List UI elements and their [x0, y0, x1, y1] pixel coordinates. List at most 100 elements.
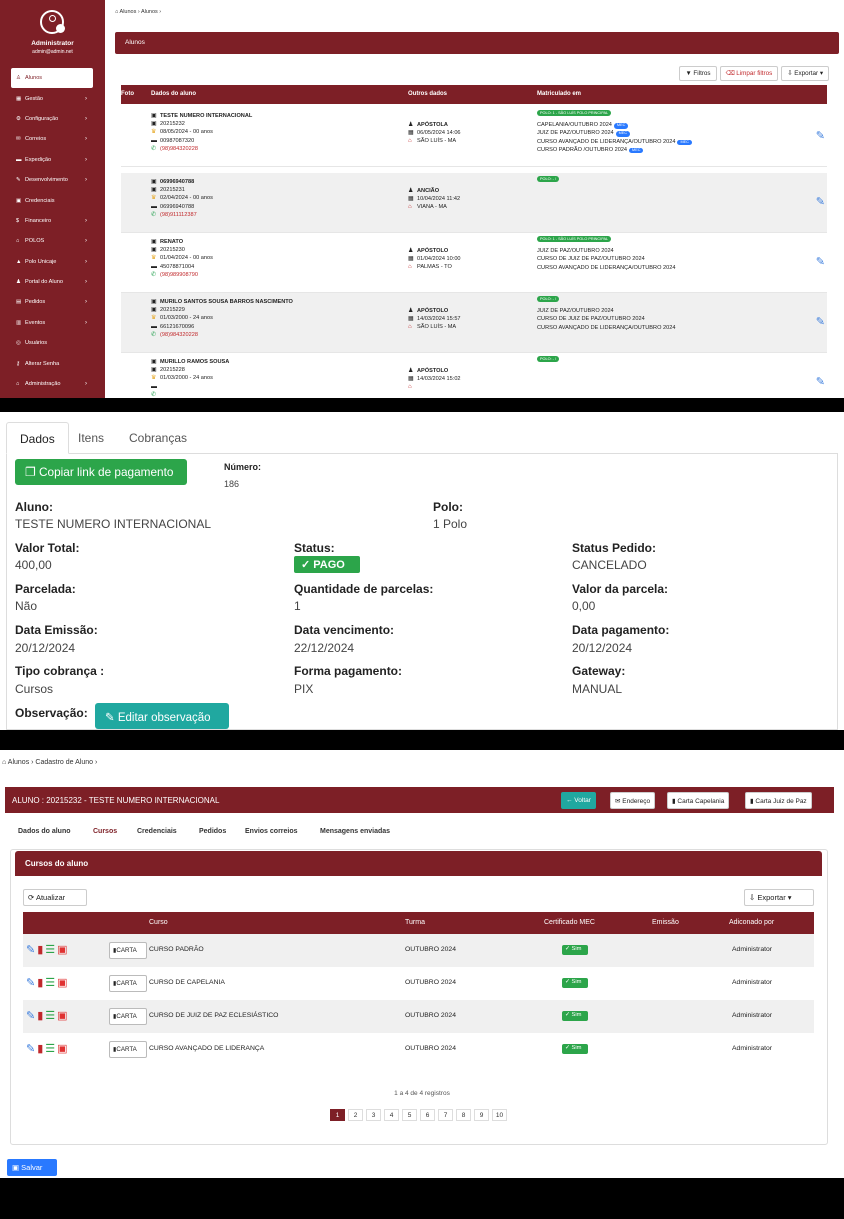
sidebar-item-6[interactable]: ▣ Credenciais [11, 190, 93, 210]
filters-button[interactable]: ▼ Filtros [679, 66, 717, 81]
breadcrumb[interactable]: ⌂ Alunos › Alunos › [115, 9, 161, 15]
edit-icon[interactable]: ✎ [816, 129, 825, 142]
col-adicionado[interactable]: Adiconado por [729, 919, 774, 926]
page-7-button[interactable]: 7 [438, 1109, 453, 1121]
tab-dados-aluno[interactable]: Dados do aluno [18, 828, 71, 835]
list-icon[interactable]: ☰ [45, 944, 57, 956]
col-certificado[interactable]: Certificado MEC [544, 919, 595, 926]
page-4-button[interactable]: 4 [384, 1109, 399, 1121]
sidebar-item-5[interactable]: ✎ Desenvolvimento › [11, 170, 93, 190]
tab-envios-correios[interactable]: Envios correios [245, 828, 298, 835]
address-button[interactable]: ✉ Endereço [610, 792, 656, 809]
export-button[interactable]: ⇩ Exportar ▾ [781, 66, 829, 81]
edit-icon[interactable]: ✎ [816, 375, 825, 388]
menu-icon: ▣ [16, 197, 22, 204]
col-curso[interactable]: Curso [149, 919, 168, 926]
edit-icon[interactable]: ✎ [816, 195, 825, 208]
tab-cobrancas[interactable]: Cobranças [116, 422, 200, 454]
page-1-button[interactable]: 1 [330, 1109, 345, 1121]
sidebar-item-7[interactable]: $ Financeiro › [11, 211, 93, 231]
chaplaincy-letter-button[interactable]: ▮ Carta Capelania [667, 792, 730, 809]
sidebar-item-1[interactable]: ▦ Gestão › [11, 88, 93, 108]
sidebar-item-3[interactable]: ✉ Correios › [11, 129, 93, 149]
refresh-button[interactable]: ⟳ Atualizar [23, 889, 87, 906]
tab-dados[interactable]: Dados [6, 422, 69, 454]
sidebar-item-12[interactable]: ▥ Eventos › [11, 313, 93, 333]
sidebar-item-13[interactable]: ◎ Usuários [11, 333, 93, 353]
edit-icon[interactable]: ✎ [26, 1010, 37, 1022]
sidebar-item-9[interactable]: ▲ Polo Unicaje › [11, 252, 93, 272]
sidebar-item-10[interactable]: ♟ Portal do Aluno › [11, 272, 93, 292]
sidebar-item-15[interactable]: ⌂ Administração › [11, 374, 93, 394]
carta-button[interactable]: ▮CARTA [109, 1008, 147, 1025]
pdf-icon[interactable]: ▣ [57, 944, 69, 956]
list-icon[interactable]: ☰ [45, 977, 57, 989]
col-outros[interactable]: Outros dados [408, 91, 447, 97]
edit-icon[interactable]: ✎ [816, 315, 825, 328]
page-8-button[interactable]: 8 [456, 1109, 471, 1121]
row-actions: ✎▮☰▣ [26, 1042, 70, 1055]
student-phone-icon: ✆ [151, 271, 157, 278]
student-birth-icon: ♛ [151, 129, 157, 136]
menu-icon: ⌂ [16, 381, 20, 388]
page-6-button[interactable]: 6 [420, 1109, 435, 1121]
col-foto[interactable]: Foto [121, 91, 134, 97]
edit-observation-button[interactable]: ✎ Editar observação [95, 703, 229, 729]
sidebar-item-4[interactable]: ▬ Expedição › [11, 150, 93, 170]
other-city-line: ⌂ SÃO LUÍS - MA [408, 323, 461, 331]
page-2-button[interactable]: 2 [348, 1109, 363, 1121]
page-10-button[interactable]: 10 [492, 1109, 507, 1121]
justice-peace-letter-button[interactable]: ▮ Carta Juiz de Paz [745, 792, 812, 809]
tab-cursos[interactable]: Cursos [93, 828, 117, 835]
breadcrumb[interactable]: ⌂ Alunos › Cadastro de Aluno › [2, 759, 97, 766]
col-turma[interactable]: Turma [405, 919, 425, 926]
list-icon[interactable]: ☰ [45, 1043, 57, 1055]
menu-icon: ⚙ [16, 115, 21, 122]
sidebar-item-14[interactable]: ⚷ Alterar Senha [11, 353, 93, 373]
page-9-button[interactable]: 9 [474, 1109, 489, 1121]
list-icon[interactable]: ☰ [45, 1010, 57, 1022]
order-details-screen: Dados Itens Cobranças ❐ Copiar link de pa… [0, 412, 844, 730]
edit-icon[interactable]: ✎ [26, 944, 37, 956]
sidebar-item-label: Correios [25, 136, 47, 143]
clear-filters-button[interactable]: ⌫ Limpar filtros [719, 66, 779, 81]
page-5-button[interactable]: 5 [402, 1109, 417, 1121]
carta-button[interactable]: ▮CARTA [109, 975, 147, 992]
tab-mensagens[interactable]: Mensagens enviadas [320, 828, 390, 835]
tipo-cobranca-label: Tipo cobrança : [15, 664, 105, 678]
tab-itens[interactable]: Itens [65, 422, 117, 454]
pdf-icon[interactable]: ▣ [57, 977, 69, 989]
data-pagamento-value: 20/12/2024 [572, 641, 633, 655]
sidebar-item-11[interactable]: ▤ Pedidos › [11, 292, 93, 312]
export-button[interactable]: ⇩ Exportar ▾ [744, 889, 814, 906]
save-button[interactable]: ▣ Salvar [7, 1159, 57, 1176]
back-button[interactable]: ← Voltar [561, 792, 596, 809]
student-doc-icon: ▬ [151, 383, 157, 390]
sidebar-item-8[interactable]: ⌂ POLOS › [11, 231, 93, 251]
edit-icon[interactable]: ✎ [26, 1043, 37, 1055]
mec-badge: MEC [615, 131, 631, 137]
valor-total-label: Valor Total: [15, 541, 80, 555]
pdf-icon[interactable]: ▣ [57, 1043, 69, 1055]
pdf-icon[interactable]: ▣ [57, 1010, 69, 1022]
edit-icon[interactable]: ✎ [816, 255, 825, 268]
sidebar-item-0[interactable]: ♙ Alunos [11, 68, 93, 89]
sidebar-item-2[interactable]: ⚙ Configuração › [11, 109, 93, 129]
student-birth-icon: ♛ [151, 315, 157, 322]
other-role-icon: ♟ [408, 368, 414, 374]
page-3-button[interactable]: 3 [366, 1109, 381, 1121]
edit-icon[interactable]: ✎ [26, 977, 37, 989]
copy-payment-link-button[interactable]: ❐ Copiar link de pagamento [15, 459, 187, 485]
student-data: ▣ RENATO ▣ 20215230 ♛ 01/04/2024 - 00 anos ▬ 45… [151, 238, 213, 279]
carta-button[interactable]: ▮CARTA [109, 942, 147, 959]
other-role-line: ♟ ANCIÃO [408, 187, 460, 195]
sidebar-menu: ♙ Alunos ▦ Gestão › ⚙ Configuração › ✉ Correios › ▬… [11, 68, 93, 394]
tab-pedidos[interactable]: Pedidos [199, 828, 226, 835]
tab-credenciais[interactable]: Credenciais [137, 828, 177, 835]
other-role-line: ♟ APÓSTOLA [408, 121, 461, 129]
student-birth: 01/03/2000 - 24 anos [160, 315, 213, 322]
col-emissao[interactable]: Emissão [652, 919, 679, 926]
col-dados[interactable]: Dados do aluno [151, 91, 196, 97]
carta-button[interactable]: ▮CARTA [109, 1041, 147, 1058]
col-matriculado[interactable]: Matriculado em [537, 91, 581, 97]
